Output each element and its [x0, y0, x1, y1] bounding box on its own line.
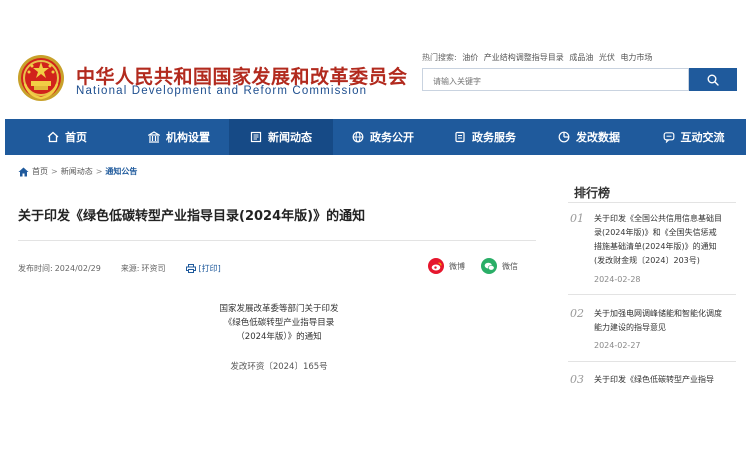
nav-item-government-services[interactable]: 政务服务 — [433, 119, 537, 155]
ranking-number: 02 — [570, 307, 584, 320]
news-icon — [250, 131, 262, 143]
article-title: 关于印发《绿色低碳转型产业指导目录(2024年版)》的通知 — [18, 209, 366, 224]
hot-search-bar: 热门搜索: 油价 产业结构调整指导目录 成品油 光伏 电力市场 — [422, 52, 655, 63]
publish-label: 发布时间: — [18, 264, 53, 273]
document-heading: 国家发展改革委等部门关于印发 《绿色低碳转型产业指导目录 （2024年版）》的通… — [140, 302, 418, 344]
chat-icon — [663, 132, 674, 143]
printer-icon — [185, 264, 196, 273]
print-button[interactable]: [打印] — [185, 263, 221, 274]
hot-search-label: 热门搜索: — [422, 53, 457, 62]
ranking-divider — [568, 361, 736, 362]
article-meta: 发布时间: 2024/02/29 来源: 环资司 [打印] — [18, 263, 221, 274]
nav-item-label: 发改数据 — [576, 131, 620, 144]
site-title-english: National Development and Reform Commissi… — [76, 85, 368, 97]
ranking-number: 03 — [570, 373, 584, 386]
nav-item-news[interactable]: 新闻动态 — [229, 119, 333, 155]
nav-item-organization[interactable]: 机构设置 — [129, 119, 229, 155]
ranking-item[interactable]: 01 关于印发《全国公共信用信息基础目录(2024年版)》和《全国失信惩戒措施基… — [570, 212, 736, 292]
ranking-item[interactable]: 03 关于印发《绿色低碳转型产业指导 — [570, 373, 736, 389]
service-icon — [455, 131, 465, 143]
breadcrumb-news[interactable]: 新闻动态 — [61, 166, 93, 177]
ranking-divider — [568, 294, 736, 295]
breadcrumb: 首页 > 新闻动态 > 通知公告 — [18, 166, 137, 177]
search-button[interactable] — [689, 68, 737, 91]
search-box — [422, 68, 689, 92]
site-header: 中华人民共和国国家发展和改革委员会 National Development a… — [0, 0, 750, 118]
document-number: 发改环资〔2024〕165号 — [230, 362, 328, 372]
source-value: 环资司 — [141, 264, 166, 273]
national-emblem-icon — [18, 55, 64, 101]
nav-item-label: 新闻动态 — [268, 131, 312, 144]
hot-search-term[interactable]: 光伏 — [599, 53, 615, 62]
ranking-item-date: 2024-02-27 — [594, 341, 641, 350]
ranking-item-title[interactable]: 关于印发《绿色低碳转型产业指导 — [594, 373, 724, 387]
nav-item-label: 首页 — [65, 131, 87, 144]
hot-search-term[interactable]: 电力市场 — [620, 53, 652, 62]
breadcrumb-notices[interactable]: 通知公告 — [105, 166, 137, 177]
weibo-icon — [428, 258, 444, 274]
ranking-item-title[interactable]: 关于印发《全国公共信用信息基础目录(2024年版)》和《全国失信惩戒措施基础清单… — [594, 212, 724, 268]
share-weibo-button[interactable]: 微博 — [428, 258, 465, 274]
share-wechat-label: 微信 — [502, 261, 518, 271]
nav-item-home[interactable]: 首页 — [5, 119, 129, 155]
hot-search-term[interactable]: 油价 — [462, 53, 478, 62]
search-input[interactable] — [423, 71, 688, 92]
publish-date: 2024/02/29 — [54, 264, 101, 273]
document-heading-line: 国家发展改革委等部门关于印发 — [219, 304, 339, 314]
ranking-title: 排行榜 — [574, 186, 611, 200]
document-heading-line: 《绿色低碳转型产业指导目录 — [223, 318, 335, 328]
building-icon — [148, 131, 160, 143]
ranking-item[interactable]: 02 关于加强电网调峰储能和智能化调度能力建设的指导意见 2024-02-27 — [570, 307, 736, 357]
title-divider — [18, 240, 536, 241]
ranking-item-title[interactable]: 关于加强电网调峰储能和智能化调度能力建设的指导意见 — [594, 307, 724, 335]
breadcrumb-separator: > — [51, 167, 58, 176]
ranking-item-date: 2024-02-28 — [594, 275, 641, 284]
home-icon — [47, 131, 59, 143]
share-wechat-button[interactable]: 微信 — [481, 258, 518, 274]
share-weibo-label: 微博 — [449, 261, 465, 271]
wechat-icon — [481, 258, 497, 274]
search-icon — [707, 74, 719, 86]
print-label: [打印] — [198, 264, 221, 273]
hot-search-term[interactable]: 产业结构调整指导目录 — [484, 53, 564, 62]
globe-icon — [352, 131, 364, 143]
main-nav: 首页 机构设置 新闻动态 政务公开 政务服务 发改数据 互动交流 — [5, 119, 746, 155]
breadcrumb-separator: > — [95, 167, 103, 176]
nav-item-government-affairs[interactable]: 政务公开 — [333, 119, 433, 155]
nav-item-label: 互动交流 — [680, 131, 725, 144]
breadcrumb-home[interactable]: 首页 — [32, 166, 48, 177]
source-label: 来源: — [120, 264, 140, 273]
ranking-number: 01 — [570, 212, 584, 225]
nav-item-data[interactable]: 发改数据 — [537, 119, 641, 155]
nav-item-interaction[interactable]: 互动交流 — [641, 119, 746, 155]
home-icon[interactable] — [18, 167, 29, 177]
ranking-title-divider — [568, 202, 736, 203]
hot-search-term[interactable]: 成品油 — [569, 53, 593, 62]
nav-item-label: 政务公开 — [370, 131, 414, 144]
nav-item-label: 机构设置 — [166, 131, 210, 144]
document-heading-line: （2024年版）》的通知 — [236, 332, 322, 342]
nav-item-label: 政务服务 — [472, 131, 516, 144]
pie-chart-icon — [558, 131, 570, 143]
